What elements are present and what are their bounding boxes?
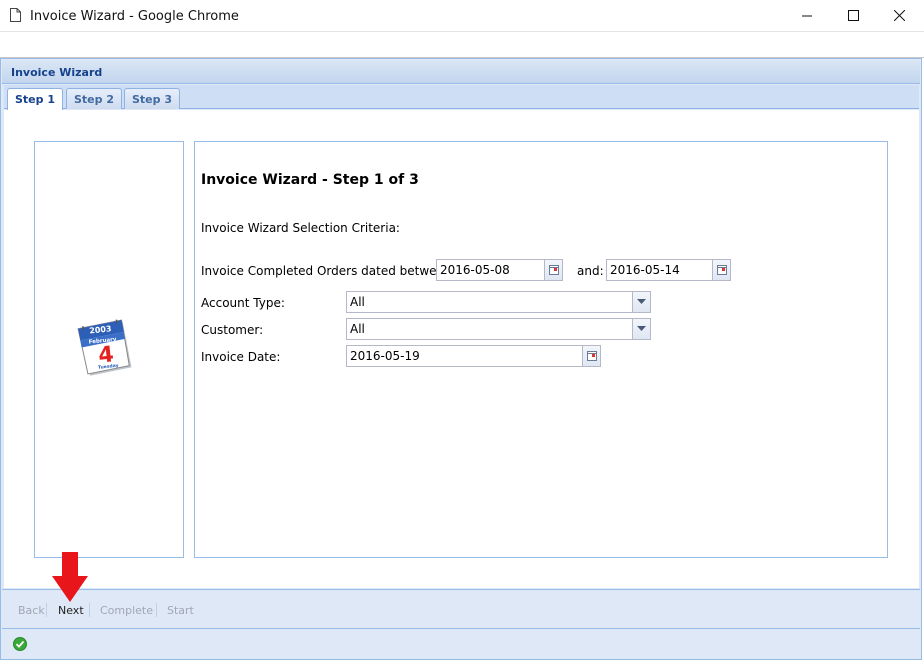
date-to-field[interactable]: 2016-05-14 [606, 259, 731, 281]
panel-header: Invoice Wizard [2, 60, 920, 84]
separator [46, 603, 47, 617]
page-title: Invoice Wizard - Step 1 of 3 [201, 172, 419, 188]
account-type-select[interactable]: All [346, 291, 651, 313]
invoice-date-value: 2016-05-19 [350, 349, 420, 363]
account-type-label: Account Type: [201, 296, 285, 310]
maximize-button[interactable] [830, 0, 876, 31]
account-type-value: All [350, 295, 365, 309]
tab-step-2[interactable]: Step 2 [66, 88, 122, 109]
panel-title: Invoice Wizard [11, 66, 103, 79]
start-button[interactable]: Start [167, 604, 194, 617]
separator [156, 603, 157, 617]
criteria-form-panel: Invoice Wizard - Step 1 of 3 Invoice Wiz… [194, 141, 888, 558]
tab-body: 2003 February 4 Tuesday Invoice Wizard -… [4, 110, 919, 588]
back-button[interactable]: Back [18, 604, 45, 617]
tab-strip: Step 1 Step 2 Step 3 [4, 85, 919, 110]
tab-step-1[interactable]: Step 1 [7, 88, 63, 110]
calendar-picker-icon [586, 351, 597, 361]
maximize-icon [847, 10, 859, 21]
wizard-footer: Back Next Complete Start [2, 589, 920, 629]
account-type-dropdown-button[interactable] [632, 292, 650, 312]
and-label: and: [577, 264, 604, 278]
separator [89, 603, 90, 617]
chevron-down-icon [637, 326, 646, 331]
invoice-date-picker-button[interactable] [582, 346, 600, 366]
orders-date-label: Invoice Completed Orders dated between: [201, 264, 456, 278]
customer-label: Customer: [201, 323, 264, 337]
calendar-picker-icon [548, 265, 559, 275]
document-icon [10, 8, 21, 22]
complete-button[interactable]: Complete [100, 604, 153, 617]
invoice-date-label: Invoice Date: [201, 350, 281, 364]
window-title: Invoice Wizard - Google Chrome [30, 9, 239, 24]
close-icon [893, 10, 905, 21]
next-button[interactable]: Next [58, 604, 84, 617]
chevron-down-icon [637, 299, 646, 304]
window-titlebar: Invoice Wizard - Google Chrome [0, 0, 924, 32]
tab-step-3[interactable]: Step 3 [124, 88, 180, 109]
calendar-picker-icon [716, 265, 727, 275]
minimize-icon [802, 15, 812, 16]
date-to-picker-button[interactable] [712, 260, 730, 280]
browser-toolbar [0, 32, 924, 58]
criteria-label: Invoice Wizard Selection Criteria: [201, 221, 400, 235]
calendar-icon: 2003 February 4 Tuesday [77, 319, 132, 376]
customer-dropdown-button[interactable] [632, 319, 650, 339]
customer-select[interactable]: All [346, 318, 651, 340]
date-from-picker-button[interactable] [544, 260, 562, 280]
success-check-icon [13, 637, 27, 651]
close-button[interactable] [876, 0, 922, 31]
side-image-panel: 2003 February 4 Tuesday [34, 141, 184, 558]
date-to-value: 2016-05-14 [610, 263, 680, 277]
customer-value: All [350, 322, 365, 336]
date-from-field[interactable]: 2016-05-08 [436, 259, 563, 281]
invoice-date-field[interactable]: 2016-05-19 [346, 345, 601, 367]
date-from-value: 2016-05-08 [440, 263, 510, 277]
minimize-button[interactable] [784, 0, 830, 31]
red-arrow-icon [52, 552, 88, 602]
invoice-wizard-window: Invoice Wizard Step 1 Step 2 Step 3 2003… [0, 58, 922, 660]
status-bar [2, 630, 920, 659]
